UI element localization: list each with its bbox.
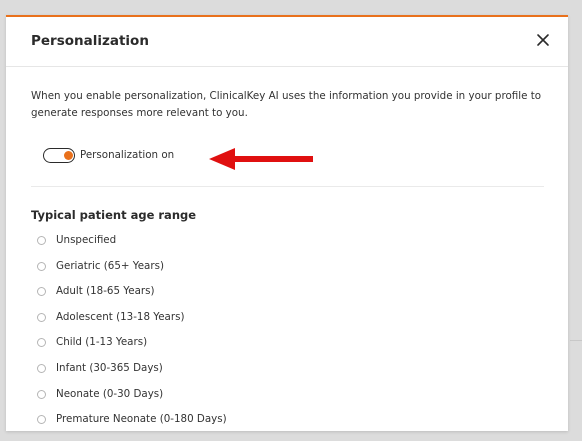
background-divider (570, 340, 582, 341)
radio-circle[interactable] (37, 338, 46, 348)
personalization-toggle[interactable] (43, 148, 75, 163)
close-button[interactable] (534, 31, 552, 49)
radio-label: Adult (18-65 Years) (56, 285, 155, 298)
radio-circle[interactable] (37, 287, 46, 297)
radio-label: Unspecified (56, 234, 117, 246)
personalization-dialog: Personalization When you enable personal… (6, 15, 568, 431)
section-divider (31, 186, 544, 187)
close-icon (537, 34, 549, 46)
red-arrow-icon (209, 148, 313, 170)
personalization-description: When you enable personalization, Clinica… (31, 90, 542, 119)
radio-circle[interactable] (37, 236, 46, 245)
radio-circle[interactable] (37, 363, 46, 373)
age-range-title: Typical patient age range (31, 208, 197, 222)
toggle-knob (63, 150, 73, 160)
radio-circle[interactable] (37, 415, 46, 425)
radio-label: Infant (30-365 Days) (56, 361, 163, 374)
radio-label: Neonate (0-30 Days) (56, 387, 164, 400)
radio-label: Child (1-13 Years) (56, 336, 148, 349)
dialog-title: Personalization (31, 33, 149, 49)
radio-label: Adolescent (13-18 Years) (56, 310, 185, 323)
dialog-header: Personalization (6, 17, 568, 67)
radio-circle[interactable] (37, 261, 46, 271)
radio-circle[interactable] (37, 312, 46, 322)
toggle-label: Personalization on (80, 149, 175, 161)
radio-label: Geriatric (65+ Years) (56, 259, 164, 272)
radio-label: Premature Neonate (0-180 Days) (56, 413, 227, 426)
radio-circle[interactable] (37, 389, 46, 399)
